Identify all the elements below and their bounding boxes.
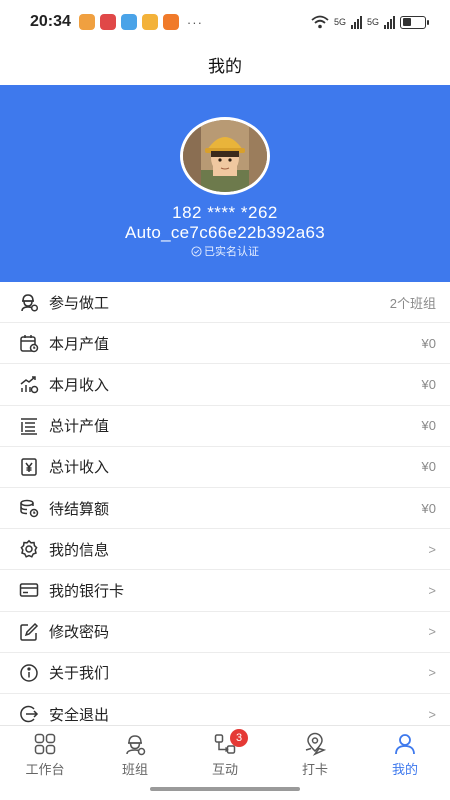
menu-value: ¥0 bbox=[421, 376, 436, 392]
chevron-right-icon: > bbox=[428, 582, 436, 598]
nav-label: 互动 bbox=[211, 762, 238, 777]
nav-label: 班组 bbox=[121, 762, 148, 777]
profile-header: 182 **** *262 Auto_ce7c66e22b392a63 已实名认… bbox=[0, 85, 450, 282]
status-bar: 20:34 ··· 5G 5G bbox=[0, 0, 450, 44]
nav-tab-team[interactable]: 班组 bbox=[90, 726, 180, 783]
verified-icon bbox=[191, 245, 202, 257]
menu-item-change-password[interactable]: 修改密码 > bbox=[0, 612, 450, 653]
home-indicator[interactable] bbox=[150, 787, 300, 791]
menu-item-participate-work[interactable]: 参与做工 2个班组 bbox=[0, 282, 450, 324]
info-icon bbox=[18, 662, 40, 684]
chevron-right-icon: > bbox=[428, 541, 436, 557]
chevron-right-icon: > bbox=[428, 624, 436, 640]
chevron-right-icon: > bbox=[428, 706, 436, 722]
menu-value: ¥0 bbox=[421, 500, 436, 516]
list-total-icon bbox=[18, 415, 40, 437]
menu-label: 本月收入 bbox=[49, 376, 110, 394]
gear-icon bbox=[18, 538, 40, 560]
battery-icon bbox=[400, 15, 429, 29]
avatar-illustration bbox=[183, 120, 267, 192]
notification-badge: 3 bbox=[230, 729, 248, 747]
team-icon bbox=[122, 732, 148, 756]
menu-label: 安全退出 bbox=[49, 706, 110, 724]
menu-item-month-income[interactable]: 本月收入 ¥0 bbox=[0, 364, 450, 406]
nav-label: 工作台 bbox=[25, 762, 65, 777]
profile-icon bbox=[392, 732, 418, 756]
notification-app-icon bbox=[120, 14, 137, 30]
nav-label: 打卡 bbox=[301, 762, 328, 777]
chevron-right-icon: > bbox=[428, 665, 436, 681]
nav-tab-workbench[interactable]: 工作台 bbox=[0, 726, 90, 783]
network-type-label: 5G bbox=[366, 17, 379, 27]
bank-card-icon bbox=[18, 579, 40, 601]
verified-label: 已实名认证 bbox=[204, 246, 259, 258]
title-bar: 我的 bbox=[0, 44, 450, 85]
menu-label: 我的信息 bbox=[49, 541, 110, 559]
status-time: 20:34 bbox=[30, 13, 71, 30]
status-more: ··· bbox=[186, 14, 203, 30]
notification-app-icon bbox=[78, 14, 95, 30]
worker-icon bbox=[18, 291, 40, 313]
nav-tab-interaction[interactable]: 3 互动 bbox=[180, 726, 270, 783]
status-app-icons bbox=[78, 14, 179, 30]
nav-tab-checkin[interactable]: 打卡 bbox=[270, 726, 360, 783]
menu-label: 我的银行卡 bbox=[49, 582, 125, 600]
menu-label: 总计收入 bbox=[49, 459, 110, 477]
menu-item-total-income[interactable]: 总计收入 ¥0 bbox=[0, 447, 450, 488]
nav-tab-mine[interactable]: 我的 bbox=[360, 726, 450, 783]
menu-item-about-us[interactable]: 关于我们 > bbox=[0, 653, 450, 694]
notification-app-icon bbox=[141, 14, 158, 30]
nav-label: 我的 bbox=[391, 762, 418, 777]
notification-app-icon bbox=[162, 14, 179, 30]
grid-icon bbox=[32, 732, 58, 756]
notification-app-icon bbox=[99, 14, 116, 30]
coins-clock-icon bbox=[18, 497, 40, 519]
menu-item-month-output[interactable]: 本月产值 ¥0 bbox=[0, 323, 450, 365]
page-title: 我的 bbox=[208, 57, 242, 76]
menu-label: 关于我们 bbox=[49, 665, 110, 683]
menu-item-my-info[interactable]: 我的信息 > bbox=[0, 529, 450, 571]
menu-value: 2个班组 bbox=[389, 295, 436, 311]
bottom-nav: 工作台 班组 3 互动 打卡 我的 bbox=[0, 725, 450, 783]
avatar[interactable] bbox=[180, 117, 270, 195]
menu-value: ¥0 bbox=[421, 335, 436, 351]
menu-list: 参与做工 2个班组 本月产值 ¥0 本月收入 ¥0 总计产值 ¥0 总计收入 ¥… bbox=[0, 282, 450, 735]
menu-item-pending-settlement[interactable]: 待结算额 ¥0 bbox=[0, 488, 450, 530]
menu-label: 修改密码 bbox=[49, 624, 110, 642]
status-indicators: 5G 5G bbox=[311, 15, 429, 29]
profile-phone: 182 **** *262 bbox=[172, 203, 278, 222]
yen-book-icon bbox=[18, 456, 40, 478]
signal-icon bbox=[384, 15, 395, 29]
menu-item-total-output[interactable]: 总计产值 ¥0 bbox=[0, 406, 450, 447]
menu-item-bank-card[interactable]: 我的银行卡 > bbox=[0, 570, 450, 612]
menu-value: ¥0 bbox=[421, 418, 436, 434]
signal-icon bbox=[350, 15, 362, 29]
verified-badge: 已实名认证 bbox=[0, 243, 450, 259]
income-chart-icon bbox=[18, 373, 40, 395]
edit-icon bbox=[18, 621, 40, 643]
calendar-icon bbox=[18, 332, 40, 354]
network-type-label: 5G bbox=[333, 17, 346, 27]
menu-value: ¥0 bbox=[421, 459, 436, 475]
menu-label: 参与做工 bbox=[49, 294, 110, 312]
location-icon bbox=[302, 732, 328, 756]
wifi-icon bbox=[311, 15, 329, 29]
menu-label: 本月产值 bbox=[49, 335, 110, 353]
logout-icon bbox=[18, 703, 40, 725]
profile-account-id: Auto_ce7c66e22b392a63 bbox=[124, 223, 326, 242]
menu-label: 总计产值 bbox=[49, 418, 110, 436]
menu-label: 待结算额 bbox=[49, 500, 110, 518]
